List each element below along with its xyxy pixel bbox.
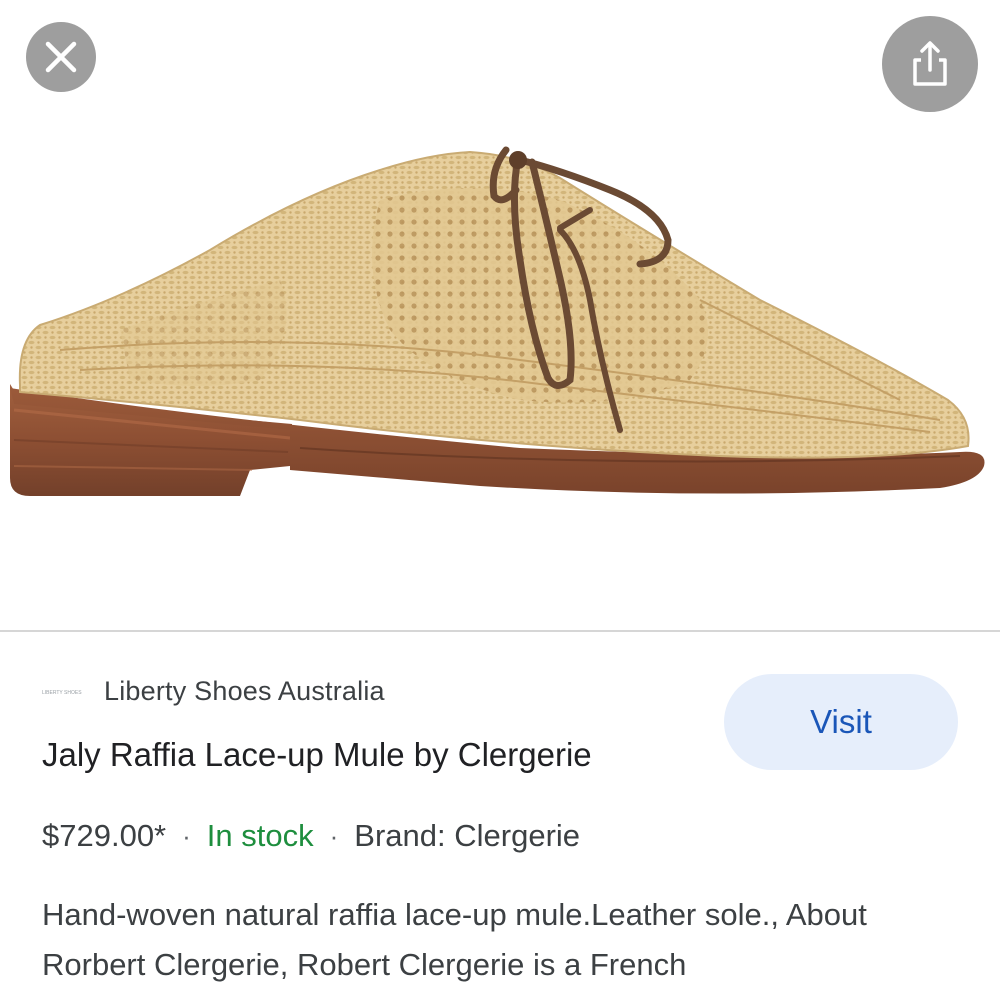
product-meta: $729.00* · In stock · Brand: Clergerie bbox=[42, 818, 580, 854]
product-image-area bbox=[0, 0, 1000, 630]
close-icon bbox=[45, 41, 77, 73]
close-button[interactable] bbox=[26, 22, 96, 92]
separator-dot: · bbox=[329, 820, 339, 851]
visit-button[interactable]: Visit bbox=[724, 674, 958, 770]
price: $729.00* bbox=[42, 818, 167, 853]
brand: Brand: Clergerie bbox=[354, 818, 581, 853]
share-button[interactable] bbox=[882, 16, 978, 112]
svg-text:LIBERTY SHOES: LIBERTY SHOES bbox=[42, 690, 82, 696]
product-description: Hand-woven natural raffia lace-up mule.L… bbox=[42, 897, 867, 982]
product-title[interactable]: Jaly Raffia Lace-up Mule by Clergerie bbox=[42, 736, 592, 774]
share-icon bbox=[913, 41, 947, 86]
merchant-logo: LIBERTY SHOES bbox=[42, 687, 92, 697]
product-info: LIBERTY SHOES Liberty Shoes Australia Ja… bbox=[0, 632, 1000, 1000]
product-detail-page: LIBERTY SHOES Liberty Shoes Australia Ja… bbox=[0, 0, 1000, 1000]
product-image[interactable] bbox=[0, 0, 1000, 630]
merchant-row[interactable]: LIBERTY SHOES Liberty Shoes Australia bbox=[42, 676, 385, 707]
merchant-name[interactable]: Liberty Shoes Australia bbox=[104, 676, 385, 707]
separator-dot: · bbox=[182, 820, 191, 851]
stock-status: In stock bbox=[206, 818, 314, 853]
